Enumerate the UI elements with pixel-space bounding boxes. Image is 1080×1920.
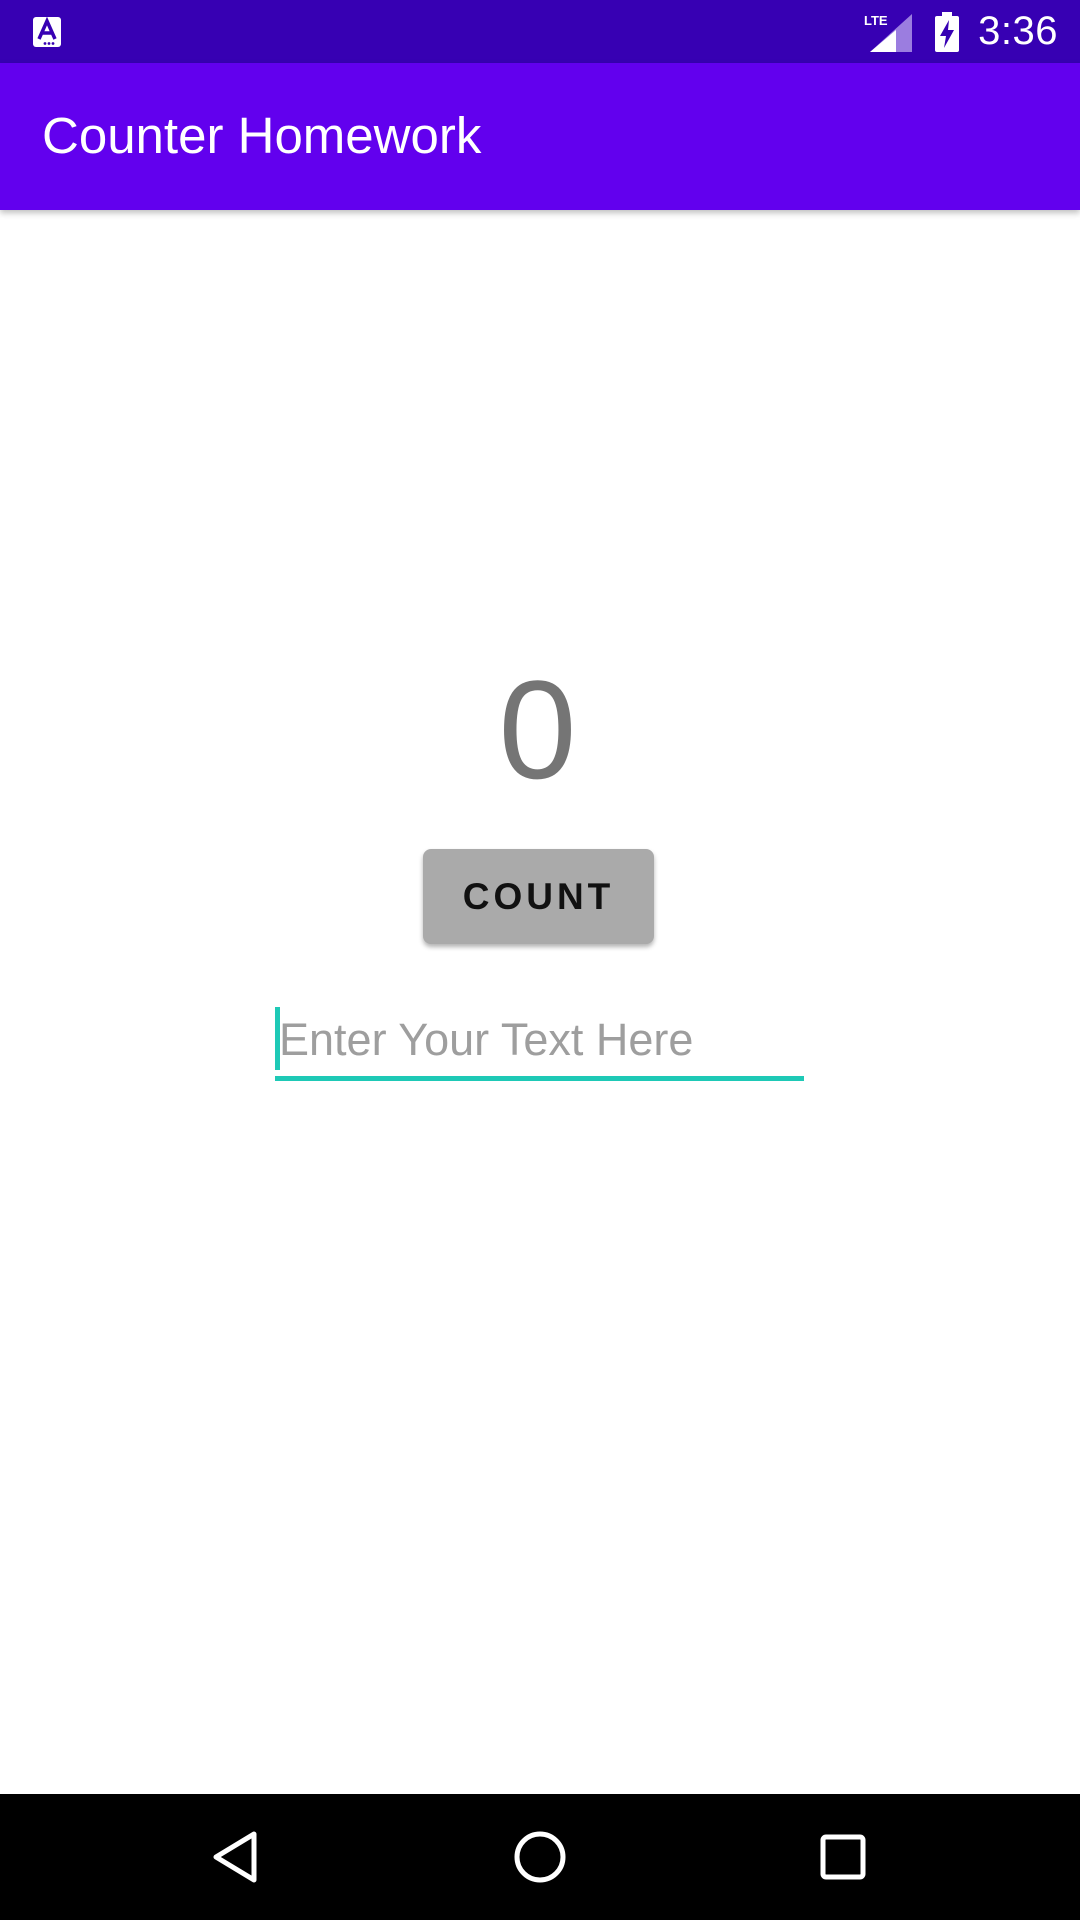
status-bar: LTE 3:36 <box>0 0 1080 63</box>
recents-icon[interactable] <box>808 1822 878 1892</box>
network-type-label: LTE <box>864 13 888 28</box>
text-input[interactable] <box>275 1005 804 1075</box>
lte-signal-icon: LTE <box>864 13 913 52</box>
text-field-underline <box>275 1076 804 1081</box>
battery-charging-icon <box>935 11 960 52</box>
screen: LTE 3:36 Counter Homework 0 COUNT <box>0 0 1080 1920</box>
status-icons: LTE 3:36 <box>864 0 1058 63</box>
home-icon[interactable] <box>505 1822 575 1892</box>
status-time: 3:36 <box>978 9 1058 53</box>
app-title: Counter Homework <box>42 107 482 164</box>
text-field[interactable] <box>275 1005 804 1081</box>
back-icon[interactable] <box>202 1822 272 1892</box>
count-button[interactable]: COUNT <box>423 849 654 944</box>
app-notification-icon <box>33 17 61 47</box>
app-bar: Counter Homework <box>0 63 1080 210</box>
count-display: 0 <box>498 651 577 808</box>
text-cursor <box>275 1007 280 1070</box>
navigation-bar <box>0 1794 1080 1920</box>
